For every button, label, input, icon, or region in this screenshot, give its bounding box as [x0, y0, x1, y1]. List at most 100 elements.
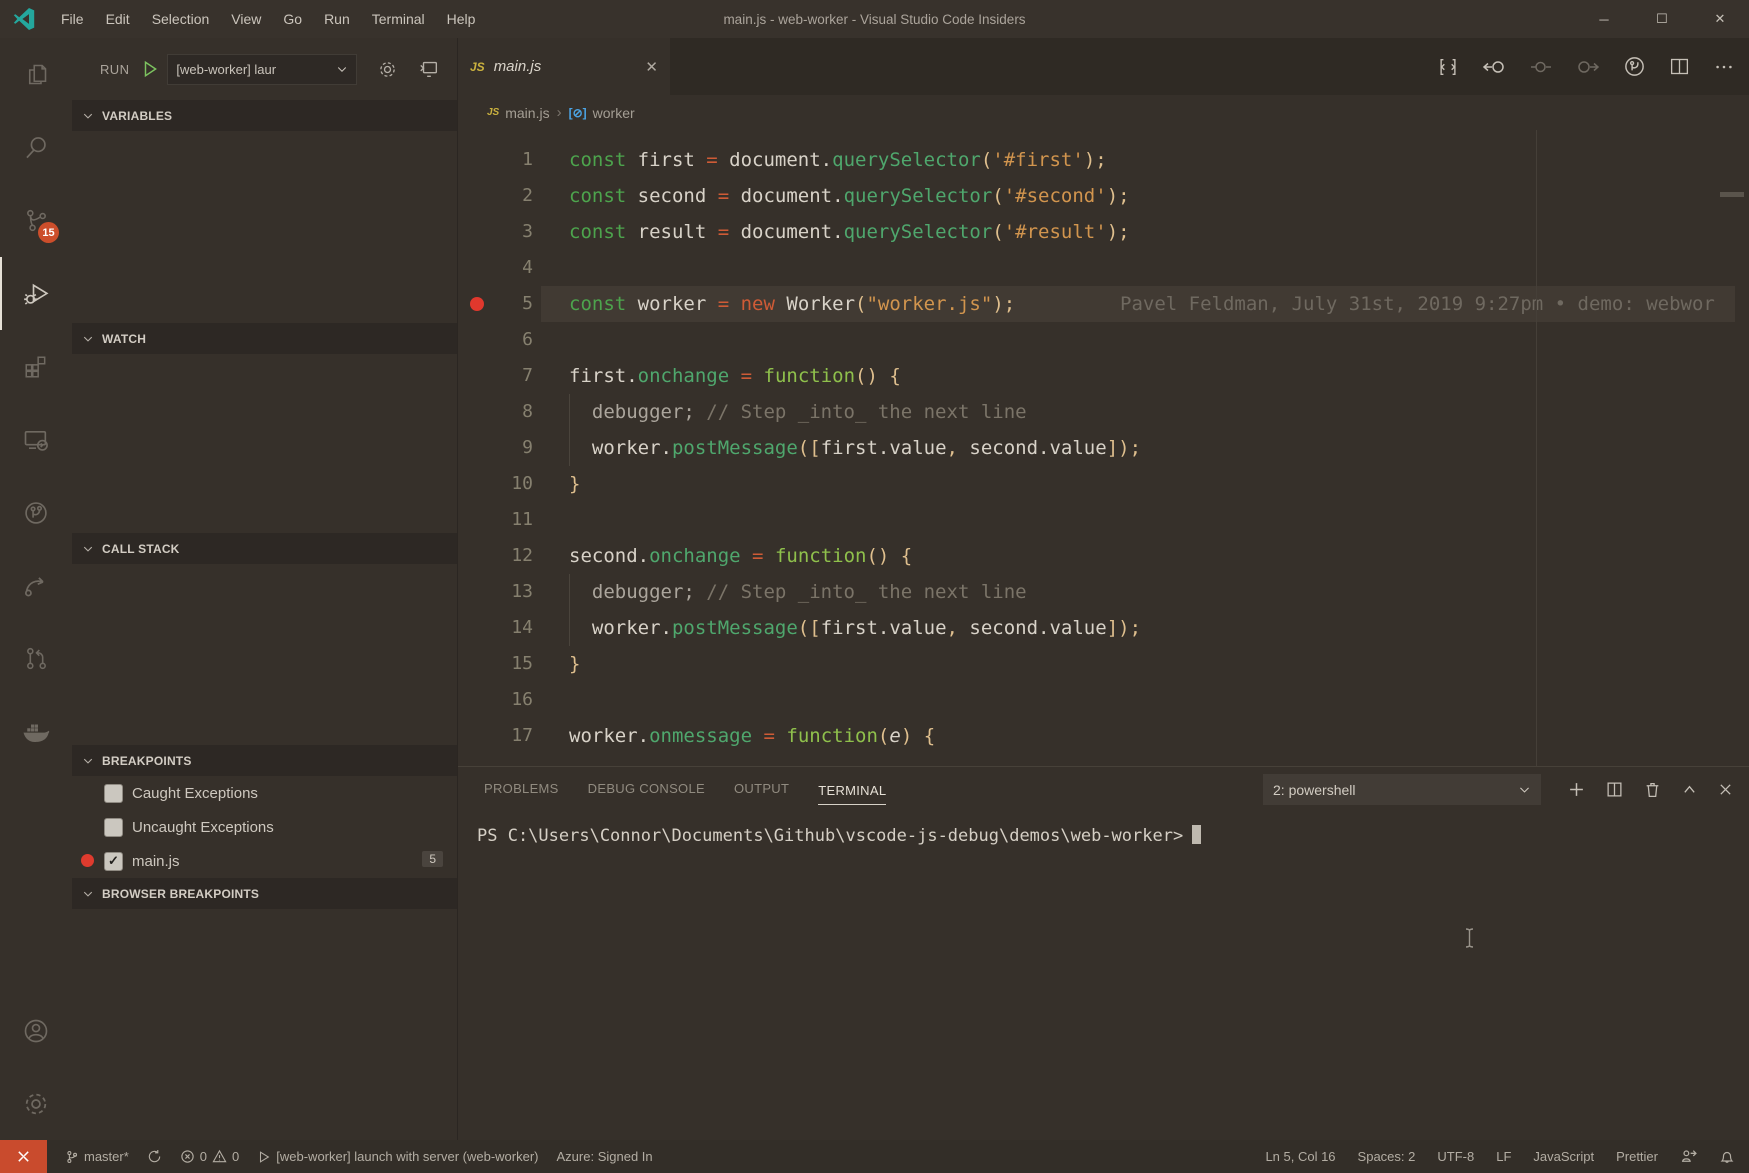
menu-terminal[interactable]: Terminal	[361, 0, 436, 38]
section-header-breakpoints[interactable]: BREAKPOINTS	[72, 745, 457, 776]
code-editor[interactable]: 1const first = document.querySelector('#…	[458, 130, 1749, 766]
activity-item-remote-explorer[interactable]	[0, 403, 72, 476]
code-line-7[interactable]: 7first.onchange = function() {	[458, 358, 1749, 394]
open-debug-console-icon[interactable]	[418, 58, 440, 80]
code-line-8[interactable]: 8 debugger; // Step _into_ the next line	[458, 394, 1749, 430]
section-header-call-stack[interactable]: CALL STACK	[72, 533, 457, 564]
breakpoint-row[interactable]: ✓main.js5	[72, 844, 457, 878]
status-notifications[interactable]	[1719, 1149, 1735, 1165]
panel-tab-problems[interactable]: PROBLEMS	[484, 781, 559, 798]
menu-go[interactable]: Go	[272, 0, 313, 38]
remote-indicator[interactable]	[0, 1140, 47, 1173]
code-line-1[interactable]: 1const first = document.querySelector('#…	[458, 142, 1749, 178]
debug-settings-gear-icon[interactable]	[377, 59, 398, 80]
breakpoint-checkbox[interactable]	[104, 784, 123, 803]
status-problems[interactable]: 00	[180, 1149, 239, 1164]
status-language-mode[interactable]: JavaScript	[1533, 1149, 1594, 1164]
status-indentation[interactable]: Spaces: 2	[1358, 1149, 1416, 1164]
open-changes-icon[interactable]	[1437, 56, 1459, 78]
tab-main-js[interactable]: JS main.js ✕	[458, 38, 670, 95]
close-button[interactable]: ✕	[1691, 0, 1749, 38]
token: ]);	[1107, 437, 1141, 459]
activity-item-extensions[interactable]	[0, 330, 72, 403]
breadcrumb-file[interactable]: main.js	[505, 105, 549, 121]
activity-item-explorer[interactable]	[0, 38, 72, 111]
previous-change-icon[interactable]	[1482, 55, 1506, 79]
code-line-5[interactable]: 5const worker = new Worker("worker.js");…	[458, 286, 1749, 322]
status-cursor-position[interactable]: Ln 5, Col 16	[1265, 1149, 1335, 1164]
code-line-10[interactable]: 10}	[458, 466, 1749, 502]
breadcrumb-symbol[interactable]: worker	[593, 105, 635, 121]
menu-view[interactable]: View	[220, 0, 272, 38]
code-line-6[interactable]: 6	[458, 322, 1749, 358]
activity-item-run-and-debug[interactable]	[0, 257, 72, 330]
activity-item-settings[interactable]	[0, 1067, 72, 1140]
activity-item-docker[interactable]	[0, 695, 72, 768]
code-line-13[interactable]: 13 debugger; // Step _into_ the next lin…	[458, 574, 1749, 610]
sync-icon	[147, 1149, 162, 1164]
close-panel-icon[interactable]	[1718, 782, 1733, 797]
status-sync[interactable]	[147, 1149, 162, 1164]
panel-tab-terminal[interactable]: TERMINAL	[818, 783, 886, 805]
current-change-icon[interactable]	[1529, 55, 1553, 79]
status-feedback[interactable]	[1680, 1148, 1697, 1165]
section-header-variables[interactable]: VARIABLES	[72, 100, 457, 131]
status-git-branch[interactable]: master*	[65, 1149, 129, 1164]
menu-file[interactable]: File	[50, 0, 95, 38]
code-line-11[interactable]: 11	[458, 502, 1749, 538]
token: );	[1107, 221, 1130, 243]
maximize-panel-icon[interactable]	[1682, 782, 1697, 797]
breakpoint-checkbox[interactable]: ✓	[104, 852, 123, 871]
token: second	[626, 185, 718, 207]
terminal-output[interactable]: PS C:\Users\Connor\Documents\Github\vsco…	[458, 812, 1749, 846]
menu-selection[interactable]: Selection	[141, 0, 221, 38]
status-encoding[interactable]: UTF-8	[1437, 1149, 1474, 1164]
more-actions-icon[interactable]	[1713, 56, 1735, 78]
code-line-17[interactable]: 17worker.onmessage = function(e) {	[458, 718, 1749, 754]
code-line-9[interactable]: 9 worker.postMessage([first.value, secon…	[458, 430, 1749, 466]
terminal-select[interactable]: 2: powershell	[1263, 774, 1541, 805]
code-line-2[interactable]: 2const second = document.querySelector('…	[458, 178, 1749, 214]
token: onmessage	[649, 725, 752, 747]
breakpoint-row[interactable]: Caught Exceptions	[72, 776, 457, 810]
activity-item-run-circle[interactable]	[0, 476, 72, 549]
section-header-watch[interactable]: WATCH	[72, 323, 457, 354]
new-terminal-icon[interactable]	[1568, 781, 1585, 798]
panel-tab-debug-console[interactable]: DEBUG CONSOLE	[588, 781, 705, 798]
code-line-3[interactable]: 3const result = document.querySelector('…	[458, 214, 1749, 250]
menu-edit[interactable]: Edit	[95, 0, 141, 38]
section-header-browser-breakpoints[interactable]: BROWSER BREAKPOINTS	[72, 878, 457, 909]
menu-run[interactable]: Run	[313, 0, 361, 38]
breadcrumb[interactable]: JS main.js › [⊘] worker	[458, 95, 1749, 130]
launch-config-select[interactable]: [web-worker] laur	[167, 54, 357, 85]
split-editor-icon[interactable]	[1669, 56, 1690, 77]
status-eol[interactable]: LF	[1496, 1149, 1511, 1164]
code-line-4[interactable]: 4	[458, 250, 1749, 286]
status-label: Prettier	[1616, 1149, 1658, 1164]
status-formatter[interactable]: Prettier	[1616, 1149, 1658, 1164]
menu-help[interactable]: Help	[436, 0, 487, 38]
next-change-icon[interactable]	[1576, 55, 1600, 79]
code-line-16[interactable]: 16	[458, 682, 1749, 718]
activity-item-pull-requests[interactable]	[0, 622, 72, 695]
tab-close-icon[interactable]: ✕	[645, 58, 658, 76]
panel-tab-output[interactable]: OUTPUT	[734, 781, 789, 798]
breakpoint-row[interactable]: Uncaught Exceptions	[72, 810, 457, 844]
breakpoint-checkbox[interactable]	[104, 818, 123, 837]
activity-item-live-share[interactable]	[0, 549, 72, 622]
code-line-12[interactable]: 12second.onchange = function() {	[458, 538, 1749, 574]
code-line-14[interactable]: 14 worker.postMessage([first.value, seco…	[458, 610, 1749, 646]
activity-item-search[interactable]	[0, 111, 72, 184]
minimize-button[interactable]: ─	[1575, 0, 1633, 38]
start-debug-button[interactable]	[141, 60, 159, 78]
token: second.value	[969, 437, 1106, 459]
status-azure-status[interactable]: Azure: Signed In	[557, 1149, 653, 1164]
maximize-button[interactable]: ☐	[1633, 0, 1691, 38]
code-line-15[interactable]: 15}	[458, 646, 1749, 682]
kill-terminal-icon[interactable]	[1644, 781, 1661, 798]
activity-item-accounts[interactable]	[0, 994, 72, 1067]
run-script-icon[interactable]	[1623, 55, 1646, 78]
activity-item-source-control[interactable]: 15	[0, 184, 72, 257]
split-terminal-icon[interactable]	[1606, 781, 1623, 798]
status-launch-status[interactable]: [web-worker] launch with server (web-wor…	[257, 1149, 538, 1164]
